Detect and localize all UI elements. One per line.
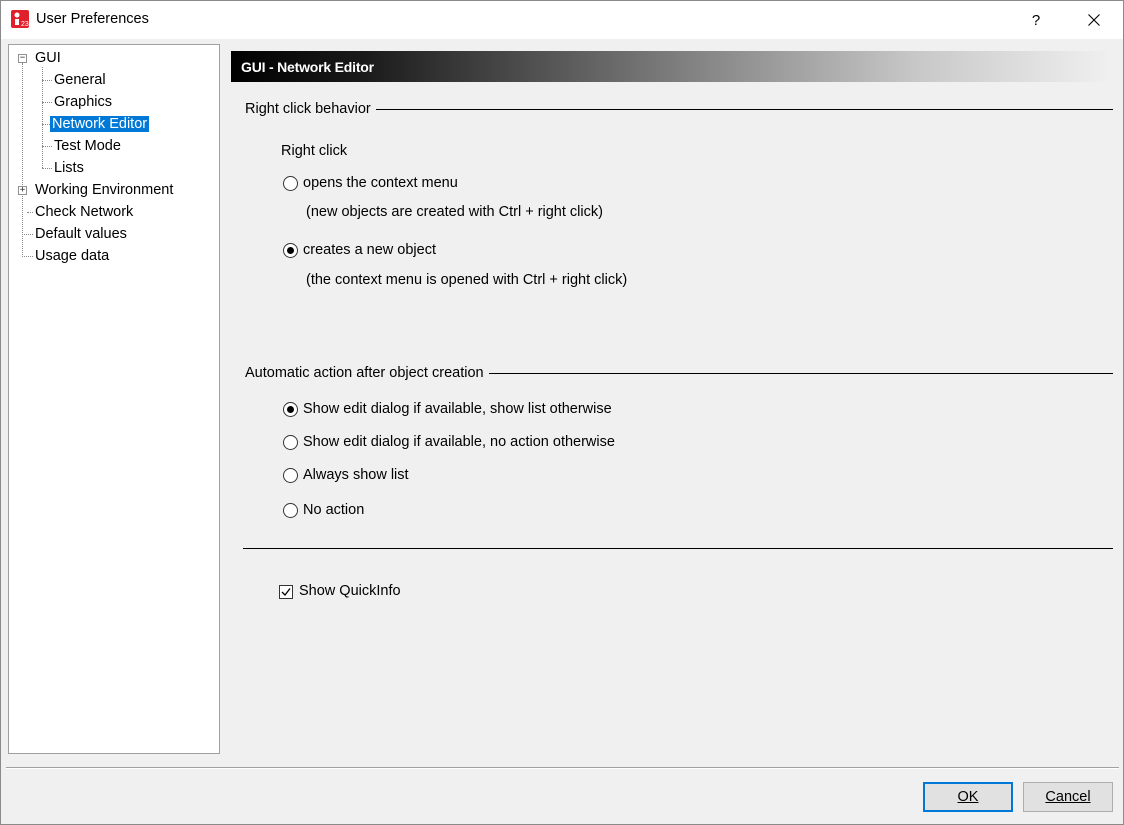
option-hint: (the context menu is opened with Ctrl + … xyxy=(306,272,628,288)
panel-header: GUI - Network Editor xyxy=(231,51,1111,82)
tree-item-label: GUI xyxy=(35,50,61,66)
tree-item-label: General xyxy=(54,72,106,88)
radio-label[interactable]: creates a new object xyxy=(303,242,436,258)
tree-connector xyxy=(42,80,52,81)
radio-label[interactable]: Always show list xyxy=(303,467,409,483)
tree-item-label: Working Environment xyxy=(35,182,174,198)
right-click-group-title: Right click behavior xyxy=(245,101,376,117)
tree-item-general[interactable]: General xyxy=(52,70,108,90)
panel-title: GUI - Network Editor xyxy=(241,59,374,75)
tree-connector xyxy=(22,234,33,235)
radio-show-edit-or-none[interactable] xyxy=(283,435,298,450)
tree-item-label: Network Editor xyxy=(50,116,150,132)
auto-action-group-title: Automatic action after object creation xyxy=(245,365,489,381)
cancel-button[interactable]: Cancel xyxy=(1023,782,1113,812)
tree-connector xyxy=(42,67,43,168)
radio-label[interactable]: opens the context menu xyxy=(303,175,458,191)
footer-divider xyxy=(6,767,1119,769)
expand-icon[interactable]: + xyxy=(18,186,27,195)
tree-connector xyxy=(22,256,33,257)
cancel-button-label: Cancel xyxy=(1045,789,1091,805)
tree-connector xyxy=(42,168,52,169)
title-bar: 23 User Preferences ? xyxy=(1,1,1123,39)
close-button[interactable] xyxy=(1071,1,1117,39)
tree-item-lists[interactable]: Lists xyxy=(52,158,86,178)
tree-item-default-values[interactable]: Default values xyxy=(33,224,129,244)
tree-item-graphics[interactable]: Graphics xyxy=(52,92,114,112)
tree-connector xyxy=(22,63,23,257)
radio-label[interactable]: No action xyxy=(303,502,364,518)
app-icon: 23 xyxy=(11,10,29,28)
tree-item-network-editor[interactable]: Network Editor xyxy=(50,114,150,134)
tree-item-label: Check Network xyxy=(35,204,134,220)
radio-label[interactable]: Show edit dialog if available, no action… xyxy=(303,434,615,450)
tree-item-label: Default values xyxy=(35,226,127,242)
svg-text:23: 23 xyxy=(21,21,29,28)
radio-always-show-list[interactable] xyxy=(283,468,298,483)
ok-button-label: OK xyxy=(957,789,979,805)
right-click-label: Right click xyxy=(281,143,348,159)
show-quickinfo-label[interactable]: Show QuickInfo xyxy=(299,583,401,599)
radio-opens-context-menu[interactable] xyxy=(283,176,298,191)
checkmark-icon xyxy=(281,588,291,596)
tree-item-check-network[interactable]: Check Network xyxy=(33,202,135,222)
tree-item-test-mode[interactable]: Test Mode xyxy=(52,136,123,156)
option-hint: (new objects are created with Ctrl + rig… xyxy=(306,204,603,220)
tree-item-usage-data[interactable]: Usage data xyxy=(33,246,111,266)
tree-item-label: Lists xyxy=(54,160,84,176)
radio-show-edit-or-list[interactable] xyxy=(283,402,298,417)
radio-label[interactable]: Show edit dialog if available, show list… xyxy=(303,401,612,417)
radio-creates-new-object[interactable] xyxy=(283,243,298,258)
tree-item-working-environment[interactable]: Working Environment xyxy=(33,180,175,200)
radio-no-action[interactable] xyxy=(283,503,298,518)
tree-connector xyxy=(42,146,52,147)
tree-item-label: Usage data xyxy=(35,248,110,264)
close-icon xyxy=(1088,14,1100,26)
tree-item-label: Graphics xyxy=(54,94,113,110)
preferences-tree[interactable]: − GUI General Graphics Network Editor Te… xyxy=(8,44,220,754)
tree-connector xyxy=(42,102,52,103)
help-button[interactable]: ? xyxy=(1013,1,1059,39)
show-quickinfo-checkbox[interactable] xyxy=(279,585,293,599)
window-title: User Preferences xyxy=(36,11,149,27)
tree-item-gui[interactable]: GUI xyxy=(33,48,63,68)
user-preferences-dialog: 23 User Preferences ? − GUI General Grap… xyxy=(0,0,1124,825)
tree-item-label: Test Mode xyxy=(54,138,121,154)
collapse-icon[interactable]: − xyxy=(18,54,27,63)
section-divider xyxy=(243,548,1113,549)
ok-button[interactable]: OK xyxy=(923,782,1013,812)
